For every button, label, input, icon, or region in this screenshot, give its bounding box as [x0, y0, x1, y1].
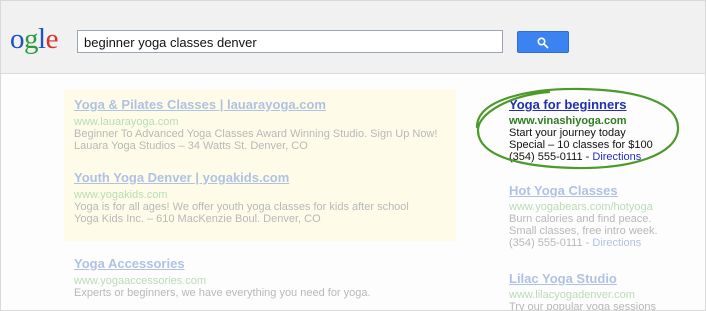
result-url: www.lauarayoga.com — [74, 116, 179, 128]
result-description: Beginner To Advanced Yoga Classes Award … — [74, 128, 438, 140]
ad-description: Try our popular yoga sessions — [509, 301, 656, 311]
result-description: Experts or beginners, we have everything… — [74, 287, 371, 299]
directions-link[interactable]: Directions — [592, 237, 641, 249]
ad-phone: (354) 555-0111 - — [509, 237, 593, 249]
search-icon — [537, 37, 549, 49]
result-title-link[interactable]: Yoga & Pilates Classes | lauarayoga.com — [74, 97, 437, 112]
ad-item: Lilac Yoga Studio www.lilacyogadenver.co… — [509, 271, 656, 311]
highlight-circle — [475, 87, 680, 170]
result-title-link[interactable]: Youth Yoga Denver | yogakids.com — [74, 170, 409, 185]
ad-phone-line: (354) 555-0111 - Directions — [509, 237, 658, 249]
google-logo[interactable]: ogle — [10, 23, 58, 55]
result-title-link[interactable]: Yoga Accessories — [74, 256, 371, 271]
ad-url: www.lilacyogadenver.com — [509, 289, 635, 301]
search-input[interactable] — [84, 34, 494, 50]
ad-description: Small classes, free intro week. — [509, 225, 658, 237]
result-description: Yoga is for all ages! We offer youth yog… — [74, 201, 409, 213]
search-box[interactable] — [77, 30, 503, 53]
result-item: Yoga & Pilates Classes | lauarayoga.com … — [74, 97, 437, 152]
result-url: www.yogaaccessories.com — [74, 275, 207, 287]
ad-item: Hot Yoga Classes www.yogabears.com/hotyo… — [509, 183, 658, 249]
result-item: Yoga Accessories www.yogaaccessories.com… — [74, 256, 371, 299]
result-item: Youth Yoga Denver | yogakids.com www.yog… — [74, 170, 409, 225]
result-description: Lauara Yoga Studios – 34 Watts St. Denve… — [74, 140, 308, 152]
search-results-page: ogle Yoga & Pilates Classes | lauarayoga… — [0, 0, 706, 311]
ad-description: Burn calories and find peace. — [509, 213, 652, 225]
ad-url: www.yogabears.com/hotyoga — [509, 201, 653, 213]
search-button[interactable] — [517, 31, 569, 53]
result-description: Yoga Kids Inc. – 610 MacKenzie Boul. Den… — [74, 213, 321, 225]
ad-title-link[interactable]: Hot Yoga Classes — [509, 183, 658, 198]
search-header: ogle — [1, 1, 705, 74]
result-url: www.yogakids.com — [74, 189, 168, 201]
ad-title-link[interactable]: Lilac Yoga Studio — [509, 271, 656, 286]
